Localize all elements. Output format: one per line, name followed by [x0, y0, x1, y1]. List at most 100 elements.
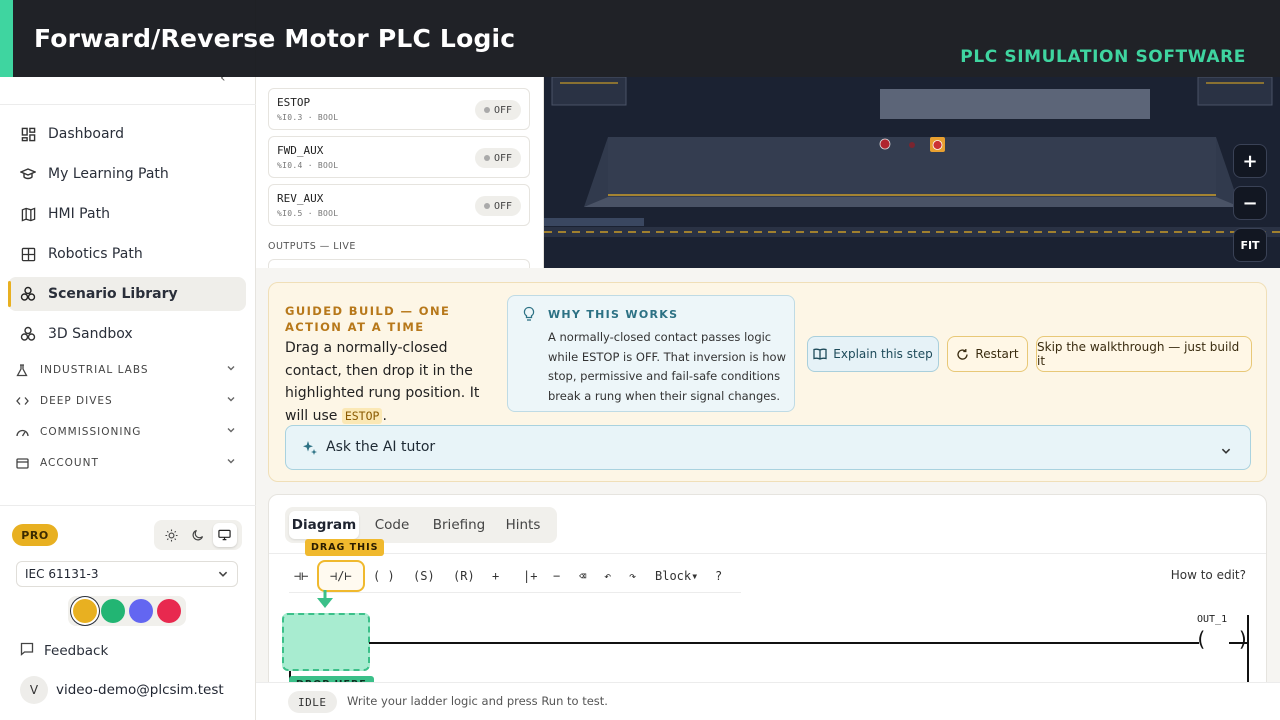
palette-delete[interactable]: ⌫: [579, 569, 586, 583]
banner-subtitle: PLC SIMULATION SOFTWARE: [960, 47, 1246, 67]
zoom-in-button[interactable]: +: [1233, 144, 1267, 178]
theme-switch: [154, 520, 242, 550]
sidebar-item-hmi-path[interactable]: HMI Path: [8, 197, 246, 231]
library-icon: [20, 286, 36, 302]
rung-wire-end: [1229, 642, 1247, 644]
tab-code[interactable]: Code: [361, 511, 423, 539]
palette-coil[interactable]: ( ): [373, 569, 395, 583]
section-industrial-labs[interactable]: INDUSTRIAL LABS: [16, 359, 240, 381]
chevron-down-icon: [1220, 442, 1232, 461]
3d-viewport[interactable]: + − FIT: [544, 77, 1280, 268]
accent-swatch-green[interactable]: [101, 599, 125, 623]
fit-view-button[interactable]: FIT: [1233, 228, 1267, 262]
palette-remove[interactable]: −: [553, 569, 560, 583]
chevron-down-icon: [226, 394, 236, 407]
guided-build-instruction: Drag a normally-closed contact, then dro…: [285, 337, 500, 427]
section-label: DEEP DIVES: [40, 395, 113, 407]
accent-swatch-yellow[interactable]: [73, 599, 97, 623]
restart-button[interactable]: Restart: [947, 336, 1028, 372]
accent-swatch-red[interactable]: [157, 599, 181, 623]
gauge-icon: [16, 427, 30, 437]
ai-tutor-expander[interactable]: Ask the AI tutor: [285, 425, 1251, 470]
sidebar-item-dashboard[interactable]: Dashboard: [8, 117, 246, 151]
palette-add-branch[interactable]: +: [492, 569, 499, 583]
palette-add-rung[interactable]: |+: [523, 569, 537, 583]
explain-step-button[interactable]: Explain this step: [807, 336, 939, 372]
palette-undo[interactable]: ↶: [604, 569, 611, 583]
io-toggle[interactable]: OFF: [475, 100, 521, 120]
ai-tutor-label: Ask the AI tutor: [326, 439, 436, 455]
sidebar-item-label: Robotics Path: [48, 246, 143, 262]
code-icon: [16, 396, 30, 406]
robot-icon: [20, 246, 36, 262]
button-label: Skip the walkthrough — just build it: [1037, 340, 1240, 368]
banner-accent: [0, 0, 13, 77]
why-this-works-box: WHY THIS WORKS A normally-closed contact…: [507, 295, 795, 412]
tab-diagram[interactable]: Diagram: [289, 511, 359, 539]
section-label: ACCOUNT: [40, 457, 99, 469]
editor-tabs: Diagram Code Briefing Hints: [285, 507, 557, 543]
why-title: WHY THIS WORKS: [548, 308, 679, 321]
tag-chip: ESTOP: [341, 407, 383, 424]
palette-no-contact[interactable]: ⊣⊢: [294, 569, 308, 583]
cube-icon: [20, 326, 36, 342]
io-name: FWD_AUX: [277, 144, 324, 157]
palette-reset-coil[interactable]: (R): [453, 569, 475, 583]
zoom-out-button[interactable]: −: [1233, 186, 1267, 220]
rung-wire: [369, 642, 1199, 644]
feedback-label: Feedback: [44, 643, 109, 659]
monitor-icon[interactable]: [212, 523, 237, 547]
avatar: V: [20, 676, 48, 704]
plan-badge: PRO: [12, 524, 58, 546]
button-label: Explain this step: [833, 347, 933, 361]
editor-divider: [269, 553, 1266, 554]
account-menu[interactable]: V video-demo@plcsim.test: [20, 676, 224, 704]
palette-block-menu[interactable]: Block▾: [655, 569, 698, 583]
accent-color-picker: [68, 596, 186, 626]
tab-hints[interactable]: Hints: [495, 511, 551, 539]
sidebar-item-label: My Learning Path: [48, 166, 169, 182]
io-toggle[interactable]: OFF: [475, 196, 521, 216]
drop-zone[interactable]: [282, 613, 370, 671]
drag-arrow-icon: [317, 590, 333, 608]
sidebar-item-3d-sandbox[interactable]: 3D Sandbox: [8, 317, 246, 351]
sidebar-item-robotics-path[interactable]: Robotics Path: [8, 237, 246, 271]
section-label: COMMISSIONING: [40, 426, 142, 438]
sidebar-item-my-learning-path[interactable]: My Learning Path: [8, 157, 246, 191]
section-label: INDUSTRIAL LABS: [40, 364, 149, 376]
section-account[interactable]: ACCOUNT: [16, 452, 240, 474]
io-toggle[interactable]: OFF: [475, 148, 521, 168]
palette-nc-contact[interactable]: ⊣/⊢: [330, 569, 352, 583]
skip-walkthrough-button[interactable]: Skip the walkthrough — just build it: [1036, 336, 1252, 372]
banner-title: Forward/Reverse Motor PLC Logic: [34, 24, 516, 53]
dashboard-icon: [20, 126, 36, 142]
run-state-badge: IDLE: [288, 691, 337, 713]
feedback-button[interactable]: Feedback: [20, 642, 108, 660]
input-row-estop: ESTOP %I0.3 · BOOL OFF: [268, 88, 530, 130]
sidebar-divider: [0, 505, 256, 506]
instruction-palette: ⊣⊢ ⊣/⊢ ( ) (S) (R) + |+ − ⌫ ↶ ↷ Block▾ ?: [289, 561, 741, 593]
sidebar-item-label: 3D Sandbox: [48, 326, 133, 342]
palette-redo[interactable]: ↷: [629, 569, 636, 583]
accent-swatch-indigo[interactable]: [129, 599, 153, 623]
io-address: %I0.3 · BOOL: [277, 113, 339, 122]
flask-icon: [16, 363, 30, 377]
message-icon: [20, 642, 34, 660]
palette-set-coil[interactable]: (S): [413, 569, 435, 583]
sidebar: ‹ Dashboard My Learning Path HMI Path Ro…: [0, 0, 256, 720]
section-deep-dives[interactable]: DEEP DIVES: [16, 390, 240, 412]
sun-icon[interactable]: [159, 523, 183, 547]
refresh-icon: [956, 348, 969, 361]
sidebar-divider: [0, 104, 256, 105]
sidebar-item-label: HMI Path: [48, 206, 110, 222]
standard-select[interactable]: IEC 61131-3: [16, 561, 238, 587]
moon-icon[interactable]: [186, 523, 210, 547]
scene-render: [544, 77, 1280, 268]
sidebar-item-scenario-library[interactable]: Scenario Library: [8, 277, 246, 311]
section-commissioning[interactable]: COMMISSIONING: [16, 421, 240, 443]
io-name: ESTOP: [277, 96, 311, 109]
palette-help[interactable]: ?: [715, 569, 722, 583]
tab-briefing[interactable]: Briefing: [425, 511, 493, 539]
how-to-edit-link[interactable]: How to edit?: [1171, 568, 1246, 582]
chevron-down-icon: [226, 456, 236, 469]
